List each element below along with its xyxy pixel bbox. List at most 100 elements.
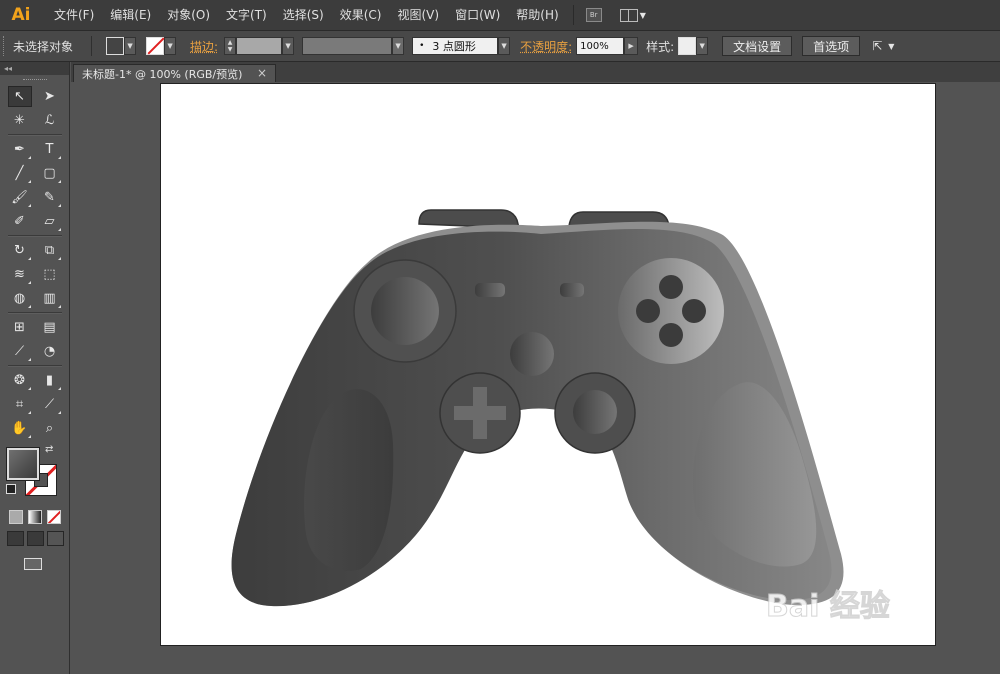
document-tab-title: 未标题-1* @ 100% (RGB/预览): [82, 67, 243, 81]
fill-color-swatch[interactable]: [6, 447, 40, 481]
collapse-panel-button[interactable]: ◂◂: [0, 62, 69, 75]
zoom-tool-icon[interactable]: ⌕: [38, 418, 62, 439]
gradient-tool-icon[interactable]: ▤: [38, 317, 62, 338]
brush-definition-field[interactable]: • 3 点圆形: [412, 37, 499, 55]
perspective-grid-tool-icon[interactable]: ▥: [38, 288, 62, 309]
action-button-pad: [618, 258, 724, 364]
lasso-tool-icon[interactable]: ℒ: [38, 110, 62, 131]
default-colors-icon[interactable]: [6, 484, 16, 494]
column-graph-tool-icon[interactable]: ▮: [38, 370, 62, 391]
gamepad-artwork[interactable]: Bai 经验: [161, 84, 937, 647]
menu-file[interactable]: 文件(F): [46, 0, 102, 31]
draw-behind-button[interactable]: [27, 531, 44, 546]
action-button-left: [636, 299, 660, 323]
pen-tool-icon[interactable]: ✒: [8, 139, 32, 160]
menu-effect[interactable]: 效果(C): [332, 0, 390, 31]
style-label: 样式:: [646, 39, 675, 54]
menu-help[interactable]: 帮助(H): [508, 0, 566, 31]
main-menu: 文件(F) 编辑(E) 对象(O) 文字(T) 选择(S) 效果(C) 视图(V…: [46, 0, 567, 31]
symbol-sprayer-tool-icon[interactable]: ❂: [8, 370, 32, 391]
bridge-button[interactable]: Br: [585, 8, 602, 22]
document-tab[interactable]: 未标题-1* @ 100% (RGB/预览) ×: [73, 64, 276, 82]
menu-edit[interactable]: 编辑(E): [102, 0, 159, 31]
none-mode-button[interactable]: [47, 510, 61, 524]
chevron-down-icon[interactable]: ▼: [498, 37, 511, 55]
stroke-swatch[interactable]: [146, 37, 165, 55]
panel-grip[interactable]: [0, 75, 69, 83]
selection-tool-icon[interactable]: ↖: [7, 86, 32, 107]
divider: [7, 312, 62, 314]
chevron-down-icon[interactable]: ▼: [392, 37, 405, 55]
tools-panel: ◂◂ ↖ ➤ ✳ ℒ ✒ T ╱ ▢ 🖌 ✎ ✐ ▱ ↻ ⧉ ≋ ⬚ ◍ ▥ ⊞ ▤ ⟋ ◔ ❂ ▮ ⌗…: [0, 62, 70, 674]
chevron-down-icon[interactable]: ▼: [696, 37, 709, 55]
variable-width-profile[interactable]: [302, 37, 393, 55]
menu-object[interactable]: 对象(O): [159, 0, 218, 31]
document-setup-button[interactable]: 文档设置: [722, 36, 793, 56]
menu-type[interactable]: 文字(T): [218, 0, 275, 31]
chevron-down-icon[interactable]: ▼: [164, 37, 177, 55]
gradient-mode-button[interactable]: [28, 510, 42, 524]
draw-inside-button[interactable]: [47, 531, 64, 546]
separator: [91, 36, 93, 56]
arrange-icon: ⇱: [872, 39, 883, 53]
control-bar: 未选择对象 ▼ ▼ 描边: ▲ ▼ ▼ ▼ • 3 点圆形 ▼ 不透明度: 100…: [0, 31, 1000, 62]
shape-builder-tool-icon[interactable]: ◍: [8, 288, 32, 309]
stroke-weight-field[interactable]: [236, 37, 283, 55]
close-icon[interactable]: ×: [257, 66, 267, 80]
fill-control[interactable]: ▼: [106, 37, 137, 55]
artboard[interactable]: Bai 经验: [160, 83, 936, 646]
type-tool-icon[interactable]: T: [38, 139, 62, 160]
warp-tool-icon[interactable]: ≋: [8, 264, 32, 285]
opacity-field[interactable]: 100%: [576, 37, 625, 55]
color-mode-button[interactable]: [9, 510, 23, 524]
eyedropper-tool-icon[interactable]: ⟋: [8, 341, 32, 362]
blend-tool-icon[interactable]: ◔: [38, 341, 62, 362]
eraser-tool-icon[interactable]: ▱: [38, 211, 62, 232]
draw-normal-button[interactable]: [7, 531, 24, 546]
divider: [7, 134, 62, 136]
stroke-label[interactable]: 描边:: [190, 38, 218, 55]
app-logo: Ai: [11, 5, 31, 25]
menu-separator: [572, 5, 574, 25]
hand-tool-icon[interactable]: ✋: [8, 418, 32, 439]
pencil-tool-icon[interactable]: ✎: [38, 187, 62, 208]
panel-grip[interactable]: [3, 36, 7, 56]
divider: [7, 235, 62, 237]
menu-select[interactable]: 选择(S): [275, 0, 332, 31]
left-stick: [371, 277, 439, 345]
stroke-color-control[interactable]: ▼: [146, 37, 177, 55]
swap-fill-stroke-icon[interactable]: ⇄: [45, 444, 53, 455]
arrange-documents-menu[interactable]: ⇱ ▼: [872, 39, 894, 53]
mesh-tool-icon[interactable]: ⊞: [8, 317, 32, 338]
action-button-right: [682, 299, 706, 323]
artboard-tool-icon[interactable]: ⌗: [8, 394, 32, 415]
brush-dot-icon: •: [419, 41, 425, 51]
paintbrush-tool-icon[interactable]: 🖌: [8, 187, 32, 208]
menu-window[interactable]: 窗口(W): [447, 0, 508, 31]
action-button-top: [659, 275, 683, 299]
opacity-label[interactable]: 不透明度:: [520, 38, 572, 55]
rotate-tool-icon[interactable]: ↻: [8, 240, 32, 261]
rounded-rectangle-tool-icon[interactable]: ▢: [38, 163, 62, 184]
stroke-weight-stepper[interactable]: ▲ ▼: [224, 37, 237, 55]
style-swatch[interactable]: [678, 37, 697, 55]
chevron-down-icon: ▼: [639, 10, 646, 20]
slice-tool-icon[interactable]: ⟋: [38, 394, 62, 415]
direct-selection-tool-icon[interactable]: ➤: [38, 86, 62, 107]
color-mode-buttons: [0, 510, 69, 524]
magic-wand-tool-icon[interactable]: ✳: [8, 110, 32, 131]
blob-brush-tool-icon[interactable]: ✐: [8, 211, 32, 232]
line-segment-tool-icon[interactable]: ╱: [8, 163, 32, 184]
screen-mode-button[interactable]: [22, 556, 44, 572]
chevron-down-icon[interactable]: ▼: [124, 37, 137, 55]
fill-swatch[interactable]: [106, 37, 125, 55]
preferences-button[interactable]: 首选项: [802, 36, 861, 56]
free-transform-tool-icon[interactable]: ⬚: [38, 264, 62, 285]
chevron-right-icon[interactable]: ▶: [624, 37, 639, 55]
select-button: [475, 283, 505, 297]
chevron-down-icon[interactable]: ▼: [282, 37, 295, 55]
workspace-switcher[interactable]: ▼: [619, 8, 646, 22]
menu-view[interactable]: 视图(V): [389, 0, 447, 31]
selection-status: 未选择对象: [13, 39, 74, 54]
scale-tool-icon[interactable]: ⧉: [38, 240, 62, 261]
